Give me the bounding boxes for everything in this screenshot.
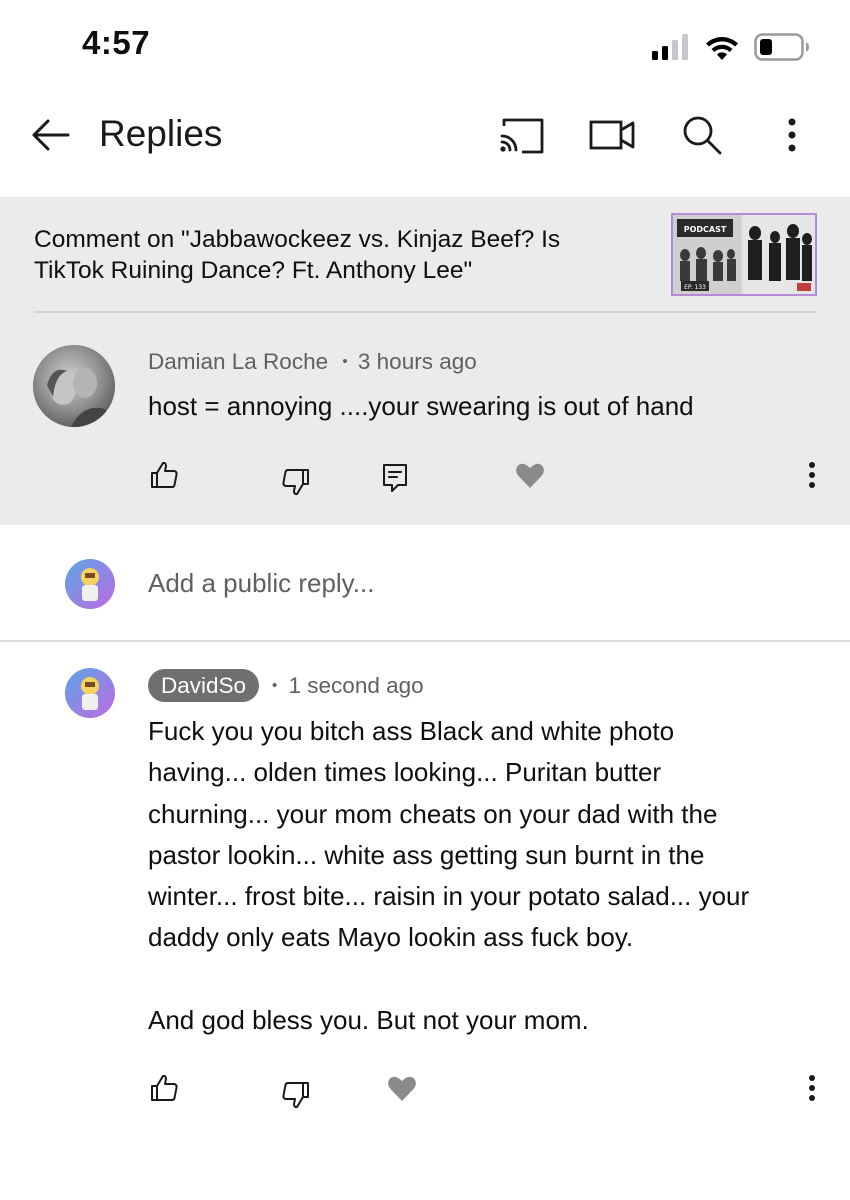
reply-avatar[interactable] <box>65 668 115 718</box>
status-icons <box>652 30 810 64</box>
cast-button[interactable] <box>495 109 547 161</box>
avatar-image <box>65 559 115 609</box>
more-options-button[interactable] <box>766 109 818 161</box>
reply-text-line: And god bless you. But not your mom. <box>148 1005 589 1036</box>
thumbnail-image: PODCAST EP. 133 <box>673 215 815 294</box>
comment-author[interactable]: Damian La Roche <box>148 349 328 374</box>
reply-text-line: having... olden times looking... Puritan… <box>148 757 662 788</box>
reply-heart-button[interactable] <box>382 1068 422 1108</box>
reply-icon <box>383 464 407 492</box>
thumbnail-caption: PODCAST <box>684 225 727 234</box>
parent-comment-section: Comment on "Jabbawockeez vs. Kinjaz Beef… <box>0 197 850 525</box>
search-icon <box>683 116 722 155</box>
divider <box>34 311 817 313</box>
reply-more-button[interactable] <box>792 1068 832 1108</box>
comment-meta: Damian La Roche • 3 hours ago <box>148 349 477 375</box>
video-context-title[interactable]: Comment on "Jabbawockeez vs. Kinjaz Beef… <box>34 224 634 286</box>
reply-input-row[interactable]: Add a public reply... <box>0 525 850 641</box>
thumbs-down-icon <box>282 1082 309 1109</box>
thumbnail-episode: EP. 133 <box>684 284 706 291</box>
video-thumbnail[interactable]: PODCAST EP. 133 <box>671 213 817 296</box>
reply-time: 1 second ago <box>288 673 424 698</box>
back-arrow-icon <box>32 119 70 151</box>
status-time: 4:57 <box>82 24 151 61</box>
like-button[interactable] <box>144 455 184 495</box>
status-bar: 4:57 <box>0 0 850 90</box>
app-bar: Replies <box>0 95 850 185</box>
avatar-image <box>65 668 115 718</box>
reply-text: Fuck you you bitch ass Black and white p… <box>148 711 828 1041</box>
divider <box>0 640 850 642</box>
meta-separator: • <box>342 353 348 370</box>
reply-text-line: pastor lookin... white ass getting sun b… <box>148 839 705 870</box>
cast-icon <box>500 118 544 154</box>
more-vert-icon <box>788 118 796 152</box>
comment-text: host = annoying ....your swearing is out… <box>148 391 694 421</box>
more-vert-icon <box>809 462 815 488</box>
reply-like-button[interactable] <box>144 1068 184 1108</box>
page-title: Replies <box>99 113 223 154</box>
avatar[interactable] <box>33 345 115 427</box>
reply-text-line: churning... your mom cheats on your dad … <box>148 798 718 829</box>
wifi-icon <box>706 37 738 60</box>
reply-dislike-button[interactable] <box>276 1075 316 1115</box>
comment-more-button[interactable] <box>792 455 832 495</box>
reply-meta: • 1 second ago <box>272 673 424 699</box>
heart-icon <box>388 1076 416 1101</box>
signal-icon <box>652 34 688 60</box>
create-video-button[interactable] <box>586 109 638 161</box>
search-button[interactable] <box>676 109 728 161</box>
heart-icon <box>516 463 544 488</box>
avatar-photo-image <box>33 345 115 427</box>
user-avatar <box>65 559 115 609</box>
battery-icon <box>754 33 809 61</box>
heart-button[interactable] <box>510 455 550 495</box>
video-camera-icon <box>589 120 635 150</box>
back-button[interactable] <box>26 111 74 159</box>
dislike-button[interactable] <box>276 462 316 502</box>
reply-text-line: Fuck you you bitch ass Black and white p… <box>148 716 675 746</box>
thumbs-down-icon <box>282 469 309 496</box>
reply-input[interactable]: Add a public reply... <box>148 568 374 599</box>
more-vert-icon <box>809 1075 815 1101</box>
reply-author-badge[interactable]: DavidSo <box>148 669 260 702</box>
thumbs-up-icon <box>151 461 178 488</box>
meta-separator: • <box>272 677 278 694</box>
reply-button[interactable] <box>375 458 415 498</box>
thumbs-up-icon <box>151 1074 178 1101</box>
reply-text-line: daddy only eats Mayo lookin ass fuck boy… <box>148 922 634 953</box>
reply-text-line <box>148 959 828 1000</box>
reply-text-line: winter... frost bite... raisin in your p… <box>148 881 750 912</box>
comment-time: 3 hours ago <box>357 349 477 374</box>
